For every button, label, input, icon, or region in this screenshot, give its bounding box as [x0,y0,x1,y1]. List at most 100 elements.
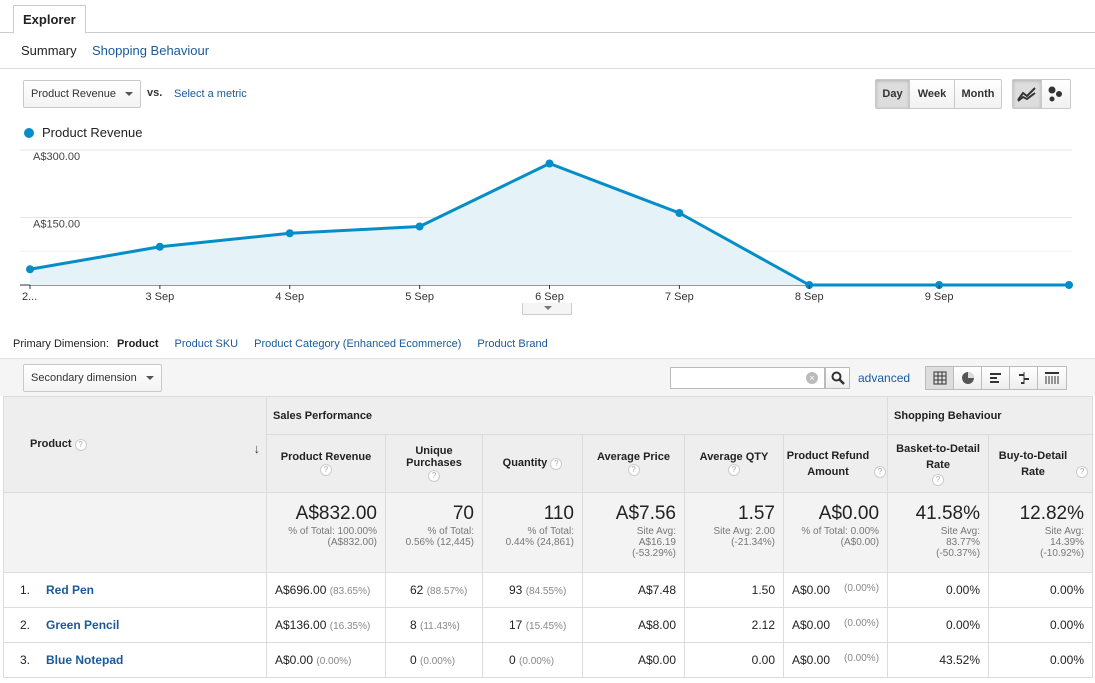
product-link[interactable]: Blue Notepad [46,653,123,667]
x-tick-label: 5 Sep [405,291,434,303]
help-icon[interactable]: ? [1076,465,1089,478]
totals-cell: 70 % of Total: 0.56% (12,445) [385,492,483,573]
header-average-qty[interactable]: Average QTY? [684,434,784,493]
refund-cell: A$0.00 (0.00%) [782,572,889,608]
unique-purchases-cell: 62 (88.57%) [385,572,483,608]
totals-subtext: (-53.29%) [632,548,676,559]
x-tick-label: 7 Sep [665,291,694,303]
product-link[interactable]: Green Pencil [46,618,119,632]
quantity-cell: 17 (15.45%) [482,607,583,643]
subtab-shopping-behaviour[interactable]: Shopping Behaviour [92,43,209,58]
cell-value: A$136.00 [275,618,327,632]
sort-arrow-icon[interactable]: ↓ [254,441,261,456]
product-header-label: Product [30,438,72,451]
table-view-toggle [925,366,1067,390]
line-chart-button[interactable] [1013,80,1042,108]
cell-percent: (16.35%) [329,621,371,632]
performance-view-button[interactable] [982,367,1010,389]
chart-collapse-handle[interactable] [522,303,572,315]
help-icon[interactable]: ? [74,438,87,451]
subtab-summary[interactable]: Summary [21,43,77,58]
product-cell: 3. Blue Notepad [3,642,267,678]
totals-cell: 1.57 Site Avg: 2.00 (-21.34%) [684,492,784,573]
comparison-view-button[interactable] [1010,367,1038,389]
period-month-button[interactable]: Month [955,80,1001,108]
product-cell: 2. Green Pencil [3,607,267,643]
totals-cell: A$0.00 % of Total: 0.00% (A$0.00) [782,492,889,573]
dimension-product-category[interactable]: Product Category (Enhanced Ecommerce) [254,338,461,350]
product-rows: 1. Red Pen A$696.00 (83.65%) 62 (88.57%) 93 … [3,572,1094,678]
help-icon[interactable]: ? [320,463,332,476]
pivot-icon [1045,372,1059,384]
totals-subtext: A$16.19 [638,537,676,548]
totals-subtext: (A$0.00) [840,537,880,548]
cell-percent: (11.43%) [420,621,460,632]
average-qty-cell: 2.12 [684,607,784,643]
help-icon[interactable]: ? [728,463,740,476]
header-unique-purchases[interactable]: Unique Purchases? [385,434,483,493]
average-price-cell: A$8.00 [582,607,685,643]
chart-type-toggle [1012,79,1071,109]
cell-value: 0 [410,653,417,667]
product-link[interactable]: Red Pen [46,583,94,597]
period-day-button[interactable]: Day [876,80,910,108]
help-icon[interactable]: ? [627,463,640,476]
totals-value: 12.82% [1019,503,1085,524]
header-label: Basket-to-Detail Rate [896,443,980,472]
totals-subtext: 83.77% [946,537,981,548]
search-button[interactable] [825,367,850,389]
refund-cell: A$0.00 (0.00%) [782,642,889,678]
header-product-refund-amount[interactable]: Product Refund Amount ? [782,434,889,493]
select-metric-link[interactable]: Select a metric [174,88,247,100]
row-index: 1. [20,583,31,597]
dimension-product[interactable]: Product [117,338,159,350]
average-qty-cell: 0.00 [684,642,784,678]
header-basket-to-detail-rate[interactable]: Basket-to-Detail Rate ? [887,434,990,493]
totals-subtext: Site Avg: 2.00 [713,526,775,537]
pie-view-button[interactable] [954,367,982,389]
data-table-view-button[interactable] [926,367,954,389]
totals-subtext: 0.44% (24,861) [505,537,574,548]
totals-subtext: (-21.34%) [731,537,775,548]
motion-chart-button[interactable] [1042,80,1070,108]
data-point [155,242,164,251]
data-point [1065,281,1073,289]
advanced-filter-link[interactable]: advanced [858,371,910,385]
header-quantity[interactable]: Quantity ? [482,434,583,493]
header-label: Average QTY [699,451,769,464]
table-search-input[interactable] [670,367,825,389]
cell-percent: (0.00%) [316,656,352,667]
quantity-cell: 0 (0.00%) [482,642,583,678]
totals-cell: A$7.56 Site Avg: A$16.19 (-53.29%) [582,492,685,573]
dimension-product-sku[interactable]: Product SKU [175,338,239,350]
chevron-down-icon [146,376,154,380]
primary-dimension-row: Primary Dimension: Product Product SKU P… [13,338,564,350]
buy-to-detail-cell: 0.00% [988,607,1094,643]
totals-subtext: 14.39% [1050,537,1085,548]
totals-subtext: Site Avg: [1044,526,1085,537]
data-point [545,159,554,168]
cell-value: A$0.00 [792,618,831,632]
cell-percent: (0.00%) [519,656,555,667]
dimension-product-brand[interactable]: Product Brand [477,338,547,350]
help-icon[interactable]: ? [550,457,563,470]
secondary-dimension-select[interactable]: Secondary dimension [23,364,162,392]
period-week-button[interactable]: Week [910,80,955,108]
x-tick-label: 3 Sep [146,291,175,303]
product-column-header[interactable]: Product ? ↓ [3,396,267,493]
header-buy-to-detail-rate[interactable]: Buy-to-Detail Rate ? [988,434,1094,493]
secondary-dimension-label: Secondary dimension [31,372,137,384]
pivot-view-button[interactable] [1038,367,1066,389]
metric-select[interactable]: Product Revenue [23,80,141,108]
header-product-revenue[interactable]: Product Revenue? [266,434,386,493]
table-row: 2. Green Pencil A$136.00 (16.35%) 8 (11.43%… [3,607,1094,643]
revenue-chart: A$300.00 A$150.00 2... 3 Sep 4 Sep 5 Sep 6 Sep… [20,149,1073,303]
tab-explorer[interactable]: Explorer [13,5,86,34]
header-average-price[interactable]: Average Price? [582,434,685,493]
clear-icon[interactable]: × [806,372,818,384]
help-icon[interactable]: ? [932,473,945,486]
help-icon[interactable]: ? [874,465,887,478]
unique-purchases-cell: 0 (0.00%) [385,642,483,678]
help-icon[interactable]: ? [428,469,440,482]
cell-value: A$0.00 [275,653,314,667]
